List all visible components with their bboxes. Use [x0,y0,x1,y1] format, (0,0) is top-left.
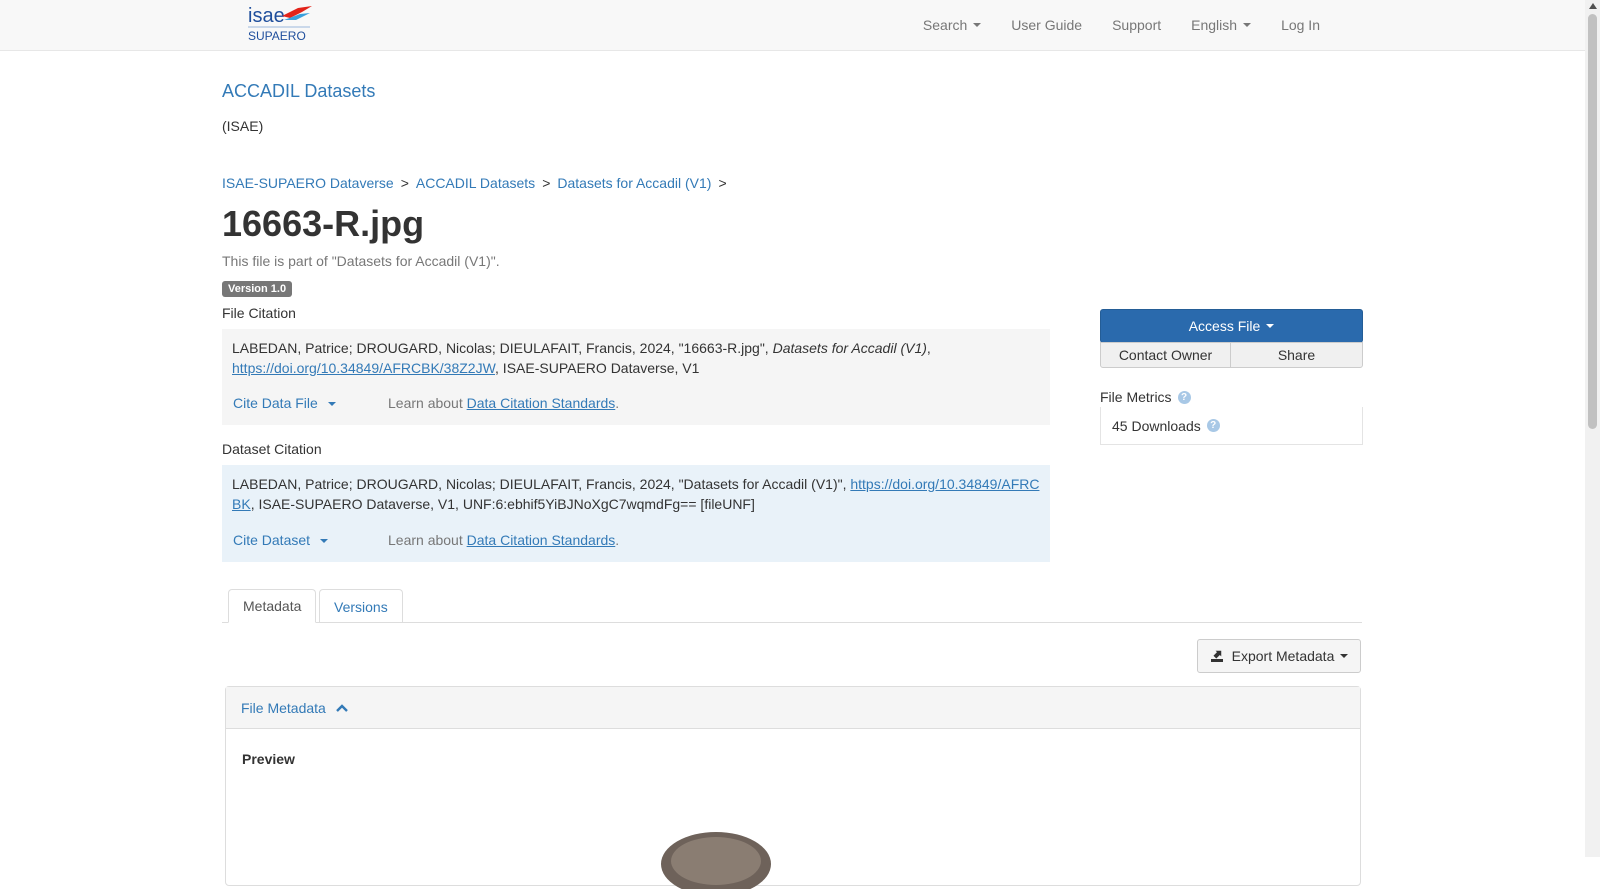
tab-versions[interactable]: Versions [319,589,403,623]
caret-down-icon [1266,324,1275,328]
nav-language-dropdown[interactable]: English [1191,17,1252,33]
nav-login[interactable]: Log In [1281,17,1320,33]
nav-support[interactable]: Support [1112,17,1161,33]
breadcrumb-separator: > [718,175,727,191]
breadcrumb-item-dataset[interactable]: Datasets for Accadil (V1) [557,175,711,191]
tab-metadata[interactable]: Metadata [228,589,316,623]
nav-search-dropdown[interactable]: Search [922,17,982,33]
svg-text:SUPAERO: SUPAERO [248,29,306,43]
dataset-citation-text: LABEDAN, Patrice; DROUGARD, Nicolas; DIE… [232,476,851,492]
downloads-metric: 45 Downloads ? [1100,407,1363,445]
scrollbar-thumb[interactable] [1588,14,1597,429]
file-citation-suffix: , ISAE-SUPAERO Dataverse, V1 [495,360,700,376]
dataset-citation-box: LABEDAN, Patrice; DROUGARD, Nicolas; DIE… [222,465,1050,562]
page-scrollbar[interactable] [1585,0,1600,857]
caret-down-icon [973,23,982,27]
preview-image [661,832,771,889]
file-citation-box: LABEDAN, Patrice; DROUGARD, Nicolas; DIE… [222,329,1050,425]
dataverse-name-link[interactable]: ACCADIL Datasets [222,81,375,102]
dataverse-affiliation: (ISAE) [222,118,264,134]
dataset-citation-suffix: , ISAE-SUPAERO Dataverse, V1, UNF:6:ebhi… [250,496,755,512]
top-navbar: isae SUPAERO Search User Guide Support E… [0,0,1585,51]
help-icon[interactable]: ? [1177,390,1191,404]
caret-down-icon [327,402,336,407]
learn-about-text: Learn about Data Citation Standards. [388,532,620,548]
file-citation-dataset-title: Datasets for Accadil (V1) [772,340,927,356]
chevron-up-icon [335,703,348,712]
file-metrics-label: File Metrics ? [1100,389,1191,405]
data-citation-standards-link[interactable]: Data Citation Standards [467,395,616,411]
data-citation-standards-link[interactable]: Data Citation Standards [467,532,616,548]
dataset-citation-tools: Cite Dataset Learn about Data Citation S… [233,530,619,550]
access-file-button[interactable]: Access File [1100,309,1363,343]
file-citation-text: LABEDAN, Patrice; DROUGARD, Nicolas; DIE… [232,340,773,356]
downloads-count: 45 Downloads [1112,417,1201,434]
file-part-of-text: This file is part of "Datasets for Accad… [222,253,500,269]
dataset-citation-label: Dataset Citation [222,441,322,457]
cite-dataset-button[interactable]: Cite Dataset [233,530,388,550]
cite-data-file-button[interactable]: Cite Data File [233,393,388,413]
page-title: 16663-R.jpg [222,203,425,244]
export-metadata-button[interactable]: Export Metadata [1197,639,1361,673]
breadcrumb-separator: > [400,175,409,191]
svg-text:isae: isae [248,5,285,27]
caret-down-icon [319,539,328,544]
isae-supaero-logo[interactable]: isae SUPAERO [246,2,314,44]
caret-down-icon [1340,654,1349,658]
share-button[interactable]: Share [1230,342,1363,368]
breadcrumb: ISAE-SUPAERO Dataverse > ACCADIL Dataset… [222,175,734,191]
version-badge: Version 1.0 [222,281,293,297]
file-metadata-panel: File Metadata Preview [225,686,1361,889]
breadcrumb-item-root[interactable]: ISAE-SUPAERO Dataverse [222,175,394,191]
file-metadata-panel-header[interactable]: File Metadata [226,687,1360,729]
nav-search-label: Search [922,17,968,33]
main-nav: Search User Guide Support English Log In [893,0,1320,50]
file-citation-label: File Citation [222,305,296,321]
help-icon[interactable]: ? [1206,419,1220,432]
preview-label: Preview [242,751,295,767]
nav-language-label: English [1191,17,1238,33]
nav-user-guide[interactable]: User Guide [1011,17,1082,33]
scroll-up-arrow-icon[interactable] [1589,3,1597,9]
export-icon [1210,650,1223,662]
learn-about-text: Learn about Data Citation Standards. [388,395,620,411]
file-citation-tools: Cite Data File Learn about Data Citation… [233,393,619,413]
caret-down-icon [1243,23,1252,27]
file-citation-doi-link[interactable]: https://doi.org/10.34849/AFRCBK/38Z2JW [232,360,495,376]
breadcrumb-separator: > [542,175,551,191]
file-metadata-heading: File Metadata [241,699,326,716]
breadcrumb-item-dataverse[interactable]: ACCADIL Datasets [416,175,535,191]
contact-owner-button[interactable]: Contact Owner [1100,342,1231,368]
